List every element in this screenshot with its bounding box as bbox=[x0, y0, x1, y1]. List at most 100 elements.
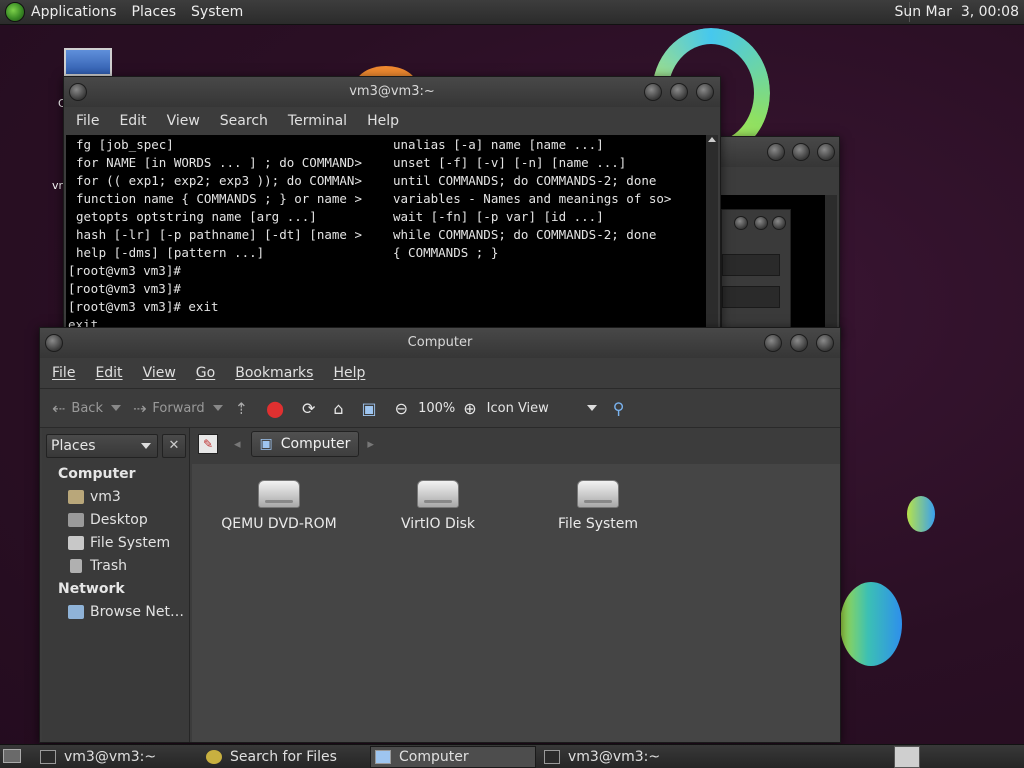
terminal-icon bbox=[40, 750, 56, 764]
menu-file[interactable]: File bbox=[66, 113, 109, 129]
file-item-file-system[interactable]: File System bbox=[533, 476, 663, 532]
zoom-in-button[interactable]: ⊕ bbox=[463, 399, 482, 418]
sidebar-item-vm3[interactable]: vm3 bbox=[68, 486, 121, 508]
terminal-title: vm3@vm3:~ bbox=[349, 84, 435, 99]
sidebar-item-trash[interactable]: Trash bbox=[68, 555, 127, 577]
file-item-virtio-disk[interactable]: VirtIO Disk bbox=[373, 476, 503, 532]
reload-button[interactable]: ⟳ bbox=[302, 399, 321, 418]
back-button[interactable]: ⇠ Back bbox=[52, 399, 121, 418]
task-label: vm3@vm3:~ bbox=[568, 749, 661, 765]
desktop-computer-icon[interactable] bbox=[64, 48, 112, 76]
places-sidebar: Places ✕ Computer vm3 Desktop File Syste… bbox=[42, 428, 190, 742]
background-window[interactable] bbox=[700, 136, 840, 337]
menu-view[interactable]: View bbox=[157, 113, 210, 129]
file-manager-window[interactable]: Computer File Edit View Go Bookmarks Hel… bbox=[39, 327, 841, 743]
menu-view[interactable]: View bbox=[133, 365, 186, 381]
task-label: Search for Files bbox=[230, 749, 337, 765]
file-item-qemu-dvd-rom[interactable]: QEMU DVD-ROM bbox=[214, 476, 344, 532]
back-history-dropdown-icon[interactable] bbox=[110, 405, 121, 411]
places-combo[interactable]: Places bbox=[46, 434, 158, 458]
menu-help[interactable]: Help bbox=[323, 365, 375, 381]
edit-location-icon[interactable]: ✎ bbox=[198, 434, 218, 454]
terminal-prompt: [root@vm3 vm3]# bbox=[68, 281, 181, 296]
wallpaper-large-blob bbox=[840, 582, 902, 666]
menu-terminal[interactable]: Terminal bbox=[278, 113, 357, 129]
close-button[interactable] bbox=[696, 83, 714, 101]
forward-history-dropdown-icon[interactable] bbox=[212, 405, 223, 411]
stop-button[interactable]: ⬤ bbox=[266, 399, 290, 418]
sidebar-item-desktop[interactable]: Desktop bbox=[68, 509, 148, 531]
menu-edit[interactable]: Edit bbox=[85, 365, 132, 381]
forward-button[interactable]: ⇢ Forward bbox=[133, 399, 223, 418]
dialog-panel bbox=[721, 209, 791, 337]
menu-help[interactable]: Help bbox=[357, 113, 409, 129]
sidebar-close-button[interactable]: ✕ bbox=[162, 434, 186, 458]
close-button[interactable] bbox=[816, 334, 834, 352]
path-left-arrow-icon[interactable]: ◂ bbox=[234, 437, 241, 452]
zoom-level: 100% bbox=[418, 400, 456, 416]
computer-button[interactable]: ▣ bbox=[362, 399, 383, 418]
view-mode-select[interactable]: Icon View bbox=[487, 401, 597, 416]
minimize-button[interactable] bbox=[764, 334, 782, 352]
background-window-scrollbar[interactable] bbox=[825, 195, 837, 337]
terminal-output[interactable]: fg [job_spec] for NAME [in WORDS ... ] ;… bbox=[66, 135, 708, 345]
home-icon: ⌂ bbox=[333, 398, 344, 418]
sidebar-item-label: Trash bbox=[90, 558, 127, 574]
task-computer[interactable]: Computer bbox=[370, 746, 536, 768]
path-right-arrow-icon[interactable]: ▸ bbox=[367, 437, 374, 452]
menu-bookmarks[interactable]: Bookmarks bbox=[225, 365, 323, 381]
applications-menu[interactable]: Applications bbox=[31, 4, 117, 20]
search-button[interactable]: ⚲ bbox=[613, 399, 631, 418]
menu-go[interactable]: Go bbox=[186, 365, 225, 381]
trash-icon bbox=[70, 559, 82, 573]
forward-label: Forward bbox=[152, 400, 205, 416]
dialog-combo[interactable] bbox=[722, 286, 780, 308]
sidebar-item-file-system[interactable]: File System bbox=[68, 532, 170, 554]
background-window-titlebar[interactable] bbox=[701, 137, 839, 167]
terminal-line: unset [-f] [-v] [-n] [name ...] bbox=[393, 155, 627, 170]
breadcrumb-computer[interactable]: ▣ Computer bbox=[250, 431, 360, 457]
dialog-orb bbox=[754, 216, 768, 230]
minimize-button[interactable] bbox=[767, 143, 785, 161]
terminal-scrollbar[interactable] bbox=[706, 135, 718, 345]
dialog-combo[interactable] bbox=[722, 254, 780, 276]
window-menu-button[interactable] bbox=[69, 83, 87, 101]
terminal-titlebar[interactable]: vm3@vm3:~ bbox=[64, 77, 720, 107]
zoom-in-icon: ⊕ bbox=[463, 398, 477, 418]
close-button[interactable] bbox=[817, 143, 835, 161]
window-menu-button[interactable] bbox=[45, 334, 63, 352]
file-item-label: QEMU DVD-ROM bbox=[221, 516, 337, 532]
gnome-foot-icon[interactable] bbox=[5, 2, 25, 22]
maximize-button[interactable] bbox=[792, 143, 810, 161]
terminal-window[interactable]: vm3@vm3:~ File Edit View Search Terminal… bbox=[63, 76, 721, 346]
system-menu[interactable]: System bbox=[191, 4, 243, 20]
places-menu[interactable]: Places bbox=[132, 4, 177, 20]
file-manager-titlebar[interactable]: Computer bbox=[40, 328, 840, 358]
sidebar-item-browse-network[interactable]: Browse Net… bbox=[68, 601, 184, 623]
task-terminal-1[interactable]: vm3@vm3:~ bbox=[36, 746, 196, 768]
file-manager-title: Computer bbox=[407, 335, 473, 350]
breadcrumb-label: Computer bbox=[280, 436, 351, 452]
maximize-button[interactable] bbox=[790, 334, 808, 352]
view-mode-dropdown-icon[interactable] bbox=[586, 405, 597, 411]
menu-file[interactable]: File bbox=[42, 365, 85, 381]
zoom-out-button[interactable]: ⊖ bbox=[395, 399, 414, 418]
sidebar-heading-computer: Computer bbox=[58, 466, 136, 482]
computer-icon: ▣ bbox=[259, 436, 273, 452]
maximize-button[interactable] bbox=[670, 83, 688, 101]
show-desktop-icon[interactable] bbox=[3, 749, 21, 763]
workspace-switcher[interactable] bbox=[894, 746, 920, 768]
back-arrow-icon: ⇠ bbox=[52, 398, 66, 418]
menu-search[interactable]: Search bbox=[210, 113, 278, 129]
task-terminal-2[interactable]: vm3@vm3:~ bbox=[540, 746, 706, 768]
up-button[interactable]: ⇡ bbox=[235, 399, 254, 418]
file-view[interactable]: QEMU DVD-ROM VirtIO Disk File System bbox=[192, 464, 840, 742]
dialog-orb bbox=[734, 216, 748, 230]
hard-disk-icon bbox=[417, 480, 459, 508]
clock[interactable]: Sun Mar 3, 00:08 bbox=[894, 4, 1019, 20]
home-button[interactable]: ⌂ bbox=[333, 399, 349, 418]
minimize-button[interactable] bbox=[644, 83, 662, 101]
task-search-for-files[interactable]: Search for Files bbox=[202, 746, 366, 768]
scroll-up-arrow-icon[interactable] bbox=[708, 137, 716, 142]
menu-edit[interactable]: Edit bbox=[109, 113, 156, 129]
